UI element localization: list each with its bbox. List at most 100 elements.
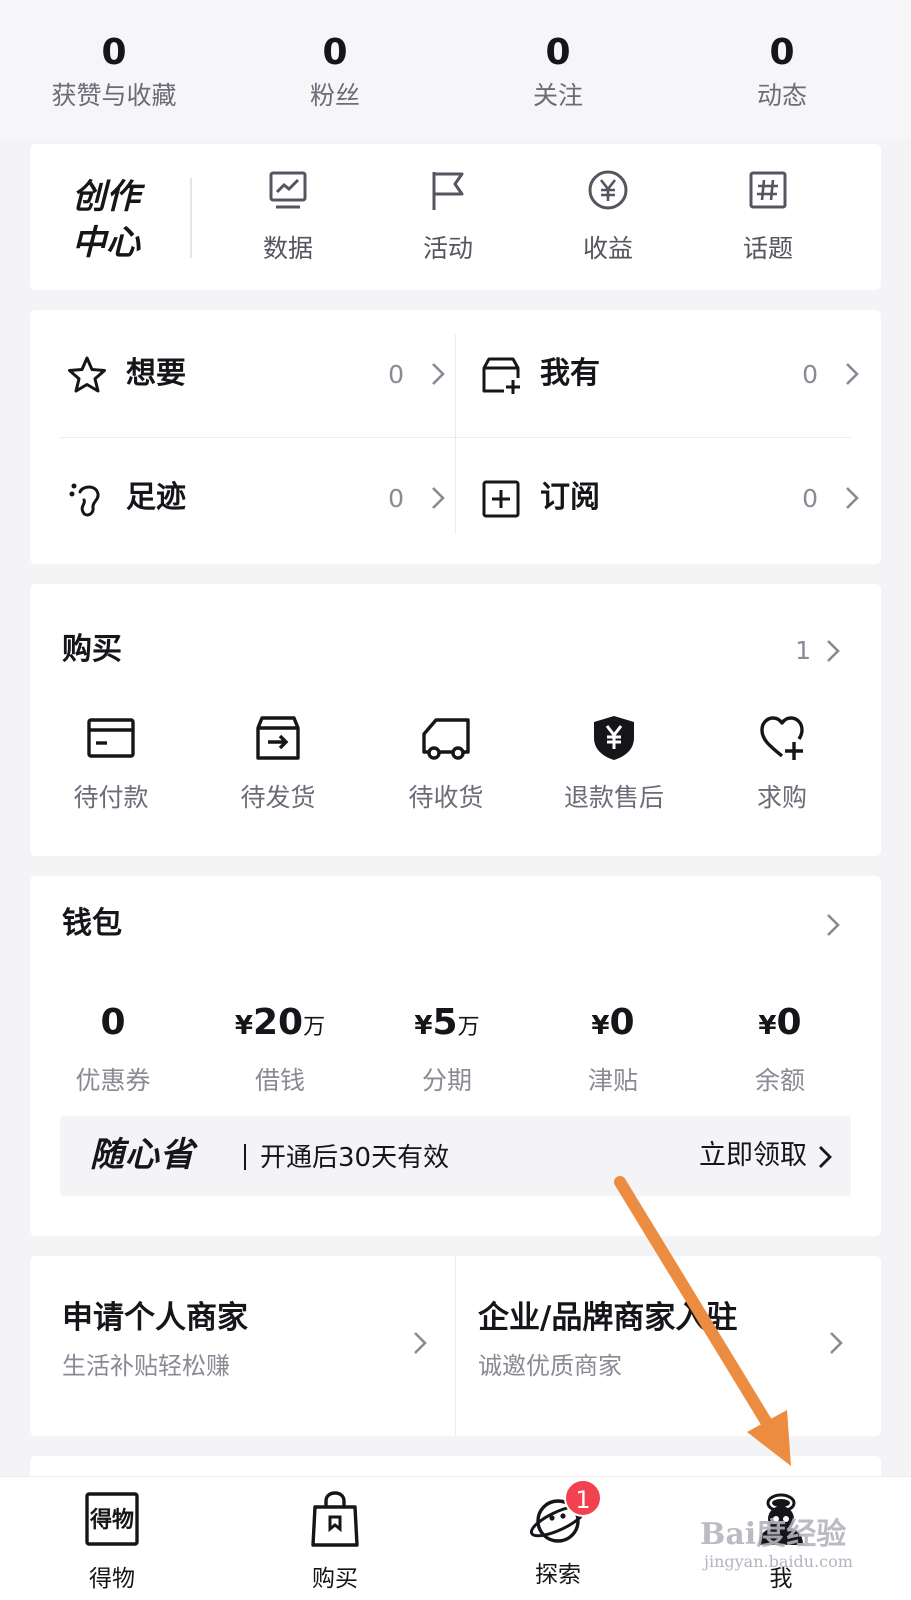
- watermark-url: jingyan.baidu.com: [704, 1552, 853, 1571]
- purchase-card: 购买 1 待付款 待发货 待收货 退款售后 求购: [30, 584, 881, 856]
- wallet-installment[interactable]: ¥5万 分期: [372, 1000, 522, 1099]
- chevron-right-icon: [830, 1332, 843, 1354]
- stat-posts[interactable]: 0 动态: [668, 30, 896, 114]
- creator-item-label: 数据: [262, 234, 313, 263]
- purchase-pending-shipment[interactable]: 待发货: [203, 712, 353, 816]
- divider: [455, 334, 456, 534]
- wallet-currency: ¥: [234, 1011, 253, 1041]
- wallet-label: 津贴: [587, 1066, 638, 1095]
- shopping-bag-icon: [311, 1491, 359, 1547]
- wallet-amount: 20: [252, 1002, 304, 1043]
- purchase-refund-aftersale[interactable]: 退款售后: [539, 712, 689, 816]
- brand-merchant-entry[interactable]: 企业/品牌商家入驻 诚邀优质商家: [478, 1296, 858, 1396]
- wallet-title[interactable]: 钱包: [62, 902, 122, 946]
- chevron-right-icon: [414, 1332, 427, 1354]
- wallet-value: 0: [38, 1000, 188, 1051]
- creator-item-label: 话题: [742, 234, 793, 263]
- footprint-count: 0: [388, 484, 404, 513]
- purchase-item-label: 求购: [756, 783, 807, 812]
- subscription-count: 0: [802, 484, 818, 513]
- want-label: 想要: [126, 356, 186, 391]
- purchase-title[interactable]: 购买: [62, 628, 122, 672]
- wallet-label: 优惠券: [75, 1066, 151, 1095]
- creator-item-topics[interactable]: 话题: [718, 168, 818, 266]
- creator-center-title[interactable]: 创作 中心: [72, 174, 140, 266]
- tab-dewu[interactable]: 得物 得物: [52, 1489, 172, 1595]
- wallet-allowance[interactable]: ¥0 津贴: [538, 1000, 688, 1099]
- promo-logo: 随心省: [90, 1135, 195, 1175]
- wallet-currency: ¥: [591, 1011, 610, 1041]
- divider: [60, 437, 851, 438]
- purchase-pending-payment[interactable]: 待付款: [36, 712, 186, 816]
- wallet-amount: 0: [609, 1002, 635, 1043]
- wallet-currency: ¥: [414, 1011, 433, 1041]
- footprint-icon: [69, 483, 100, 517]
- box-plus-icon: [482, 357, 522, 396]
- stat-likes-favorites[interactable]: 0 获赞与收藏: [0, 30, 228, 114]
- tab-label: 得物: [89, 1566, 135, 1592]
- stat-value: 0: [769, 32, 795, 73]
- hashtag-icon: [749, 171, 787, 209]
- wallet-amount: 0: [776, 1002, 802, 1043]
- purchase-count[interactable]: 1: [795, 634, 811, 668]
- owned-list-item[interactable]: 我有 0: [480, 344, 860, 404]
- divider: [190, 178, 192, 258]
- wallet-amount: 0: [100, 1002, 126, 1043]
- yen-circle-icon: [588, 170, 628, 210]
- apply-personal-merchant[interactable]: 申请个人商家 生活补贴轻松赚: [62, 1296, 442, 1396]
- tab-buy[interactable]: 购买: [275, 1489, 395, 1595]
- card-icon: [87, 718, 135, 758]
- merchant-subtitle: 生活补贴轻松赚: [62, 1352, 230, 1380]
- subscription-list-item[interactable]: 订阅 0: [480, 468, 860, 528]
- wallet-amount: 5: [432, 1002, 458, 1043]
- wallet-label: 余额: [754, 1066, 805, 1095]
- purchase-item-label: 待发货: [240, 783, 316, 812]
- promo-banner[interactable]: 随心省 开通后30天有效 立即领取: [60, 1116, 851, 1196]
- wallet-value: ¥5万: [372, 1000, 522, 1051]
- flag-icon: [432, 172, 464, 210]
- creator-item-activity[interactable]: 活动: [398, 168, 498, 266]
- box-arrow-icon: [256, 716, 300, 760]
- wallet-value: ¥0: [705, 1000, 855, 1051]
- want-list-item[interactable]: 想要 0: [66, 344, 446, 404]
- purchase-wanted[interactable]: 求购: [707, 712, 857, 816]
- notification-badge: 1: [564, 1479, 602, 1517]
- promo-claim-button[interactable]: 立即领取: [699, 1136, 807, 1176]
- truck-icon: [422, 718, 470, 760]
- footprint-list-item[interactable]: 足迹 0: [66, 468, 446, 528]
- tab-label: 探索: [535, 1562, 581, 1588]
- stat-label: 获赞与收藏: [51, 81, 177, 110]
- svg-text:得物: 得物: [89, 1507, 134, 1533]
- creator-item-label: 收益: [582, 234, 633, 263]
- shield-yen-icon: [594, 716, 634, 760]
- promo-text: 开通后30天有效: [260, 1143, 450, 1173]
- footprint-label: 足迹: [126, 480, 186, 515]
- wallet-value: ¥0: [538, 1000, 688, 1051]
- wallet-currency: ¥: [758, 1011, 777, 1041]
- chevron-right-icon: [432, 363, 445, 385]
- wallet-borrow[interactable]: ¥20万 借钱: [205, 1000, 355, 1099]
- square-plus-icon: [482, 480, 520, 518]
- divider: [244, 1144, 246, 1170]
- creator-center-card: 创作 中心 数据 活动 收益 话题: [30, 144, 881, 290]
- wallet-unit: 万: [303, 1015, 326, 1040]
- purchase-item-label: 退款售后: [563, 783, 664, 812]
- stat-label: 粉丝: [309, 81, 360, 110]
- creator-item-data[interactable]: 数据: [238, 168, 338, 266]
- chevron-right-icon[interactable]: [825, 638, 841, 664]
- tab-explore[interactable]: 1 探索: [498, 1479, 618, 1591]
- watermark-text: Bai度经验: [700, 1517, 847, 1552]
- stat-followers[interactable]: 0 粉丝: [221, 30, 449, 114]
- wallet-coupons[interactable]: 0 优惠券: [38, 1000, 188, 1099]
- chevron-right-icon[interactable]: [825, 912, 841, 938]
- purchase-item-label: 待付款: [73, 783, 149, 812]
- wallet-label: 分期: [421, 1066, 472, 1095]
- watermark: Bai度经验 jingyan.baidu.com: [700, 1518, 853, 1572]
- chevron-right-icon: [432, 487, 445, 509]
- wallet-balance[interactable]: ¥0 余额: [705, 1000, 855, 1099]
- heart-plus-icon: [760, 716, 804, 760]
- stat-following[interactable]: 0 关注: [444, 30, 672, 114]
- purchase-pending-receipt[interactable]: 待收货: [371, 712, 521, 816]
- creator-item-earnings[interactable]: 收益: [558, 168, 658, 266]
- merchant-subtitle: 诚邀优质商家: [478, 1352, 622, 1380]
